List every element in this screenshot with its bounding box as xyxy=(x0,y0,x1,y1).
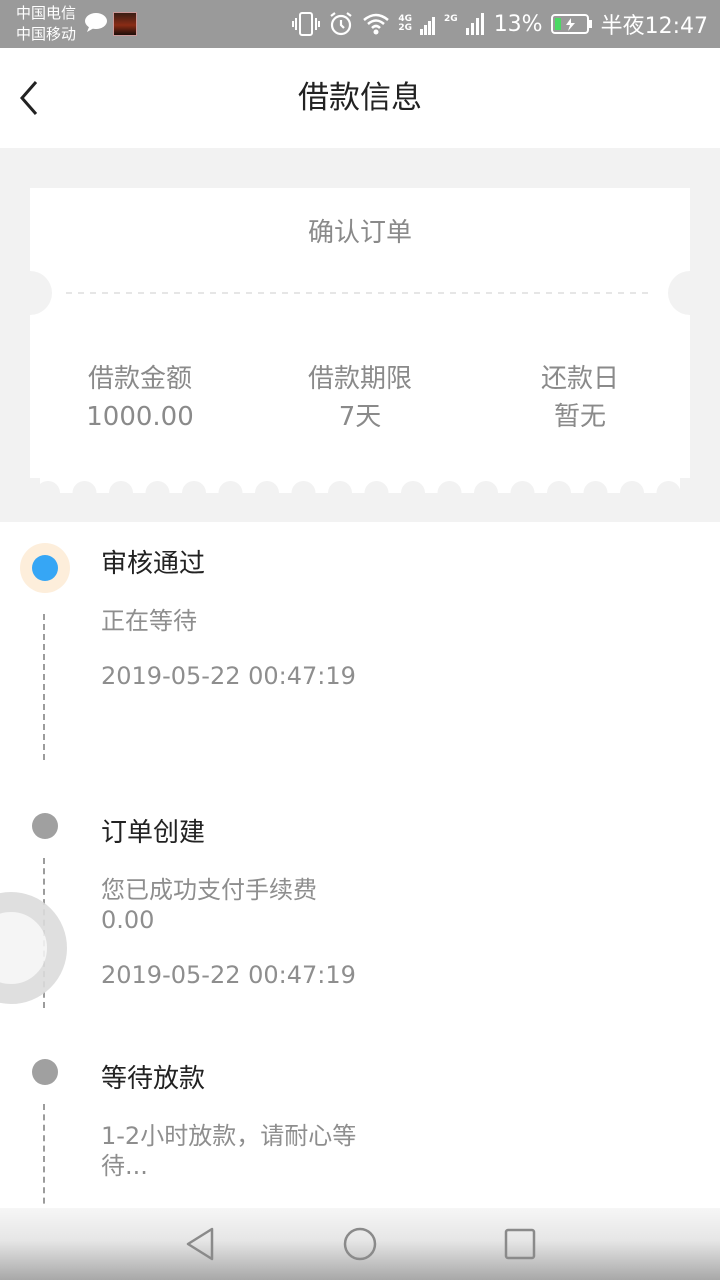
step-dot xyxy=(32,1059,58,1085)
step-timestamp: 2019-05-22 00:47:19 xyxy=(101,662,356,690)
floating-assist-button[interactable] xyxy=(0,892,67,1004)
stat-loan-amount: 借款金额 1000.00 xyxy=(30,360,250,436)
order-ticket-card: 确认订单 借款金额 1000.00 借款期限 7天 还款日 暂无 xyxy=(30,188,690,493)
clock: 半夜12:47 xyxy=(600,14,708,39)
status-bar: 中国电信 中国移动 4G 2G 2G 13% 半夜12:47 xyxy=(0,0,720,48)
app-notification-icon xyxy=(113,12,137,36)
stat-value: 1000.00 xyxy=(86,402,194,432)
signal-bars-1-icon xyxy=(420,17,436,35)
stat-repayment-date: 还款日 暂无 xyxy=(470,360,690,436)
step-description: 您已成功支付手续费0.00 xyxy=(101,876,317,934)
alarm-icon xyxy=(330,12,353,36)
battery-percent: 13% xyxy=(493,11,543,37)
page-title: 借款信息 xyxy=(298,80,422,116)
timeline-connector xyxy=(43,614,45,760)
step-description: 正在等待 xyxy=(101,607,197,635)
step-dot xyxy=(32,813,58,839)
nav-back-icon[interactable] xyxy=(182,1226,218,1262)
step-title: 等待放款 xyxy=(101,1064,206,1094)
stat-label: 借款金额 xyxy=(87,364,192,394)
status-right: 4G 2G 2G 13% 半夜12:47 xyxy=(292,0,708,48)
order-progress-timeline: 审核通过 正在等待 2019-05-22 00:47:19 订单创建 您已成功支… xyxy=(0,522,720,1208)
step-title: 审核通过 xyxy=(101,549,206,579)
stat-label: 借款期限 xyxy=(307,364,412,394)
carrier-labels: 中国电信 中国移动 xyxy=(16,3,76,45)
step-timestamp: 2019-05-22 00:47:19 xyxy=(101,961,356,989)
step-dot-active xyxy=(32,555,58,581)
network-type-2g: 2G xyxy=(444,15,458,33)
timeline-connector xyxy=(43,1104,45,1208)
stat-loan-term: 借款期限 7天 xyxy=(250,360,470,436)
carrier-2: 中国移动 xyxy=(16,25,77,43)
stat-value: 7天 xyxy=(338,402,382,432)
nav-recents-icon[interactable] xyxy=(502,1226,538,1262)
network-type-4g: 4G 2G xyxy=(398,15,412,33)
step-description: 1-2小时放款，请耐心等待... xyxy=(101,1122,357,1180)
wifi-icon xyxy=(363,13,390,35)
ticket-title: 确认订单 xyxy=(307,218,412,248)
vibrate-icon xyxy=(292,12,321,36)
battery-icon xyxy=(550,14,592,34)
signal-bars-2-icon xyxy=(465,13,484,35)
network-type-bottom: 2G xyxy=(398,23,413,33)
carrier-1: 中国电信 xyxy=(16,4,77,22)
nav-home-icon[interactable] xyxy=(342,1226,378,1262)
stat-value: 暂无 xyxy=(553,402,606,432)
stat-label: 还款日 xyxy=(540,364,619,394)
chat-notification-icon xyxy=(85,13,107,32)
app-header: 借款信息 xyxy=(0,48,720,148)
system-navigation-bar xyxy=(0,1208,720,1280)
step-title: 订单创建 xyxy=(101,818,206,848)
